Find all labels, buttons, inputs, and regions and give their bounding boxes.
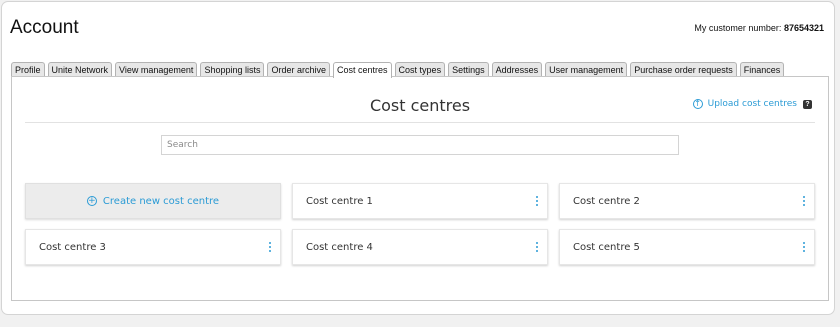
tab-settings[interactable]: Settings [448, 62, 489, 77]
upload-label: Upload cost centres [707, 99, 797, 109]
upload-cost-centres-link[interactable]: ↑ Upload cost centres ? [692, 99, 812, 109]
more-options-icon[interactable] [533, 239, 541, 255]
cost-centre-label: Cost centre 2 [573, 196, 640, 207]
tab-unite-network[interactable]: Unite Network [47, 62, 113, 77]
cost-centre-card[interactable]: Cost centre 1 [292, 183, 548, 219]
tab-finances[interactable]: Finances [739, 62, 785, 77]
cost-centre-label: Cost centre 3 [39, 242, 106, 253]
create-label: Create new cost centre [102, 195, 220, 207]
search-input[interactable] [161, 135, 679, 155]
tab-view-management[interactable]: View management [115, 62, 198, 77]
more-options-icon[interactable] [266, 239, 274, 255]
tab-profile[interactable]: Profile [11, 62, 45, 77]
tab-addresses[interactable]: Addresses [491, 62, 543, 77]
cost-centre-card[interactable]: Cost centre 2 [559, 183, 815, 219]
tab-cost-centres[interactable]: Cost centres [333, 62, 392, 78]
tab-shopping-lists[interactable]: Shopping lists [200, 62, 265, 77]
account-tabs: Profile Unite Network View management Shopp… [11, 62, 787, 78]
more-options-icon[interactable] [800, 239, 808, 255]
tab-user-management[interactable]: User management [545, 62, 628, 77]
create-cost-centre-button[interactable]: + Create new cost centre [25, 183, 281, 219]
cost-centres-panel: Cost centres ↑ Upload cost centres ? + C… [11, 76, 829, 301]
more-options-icon[interactable] [533, 193, 541, 209]
tab-cost-types[interactable]: Cost types [394, 62, 446, 77]
page-title: Account [10, 17, 79, 38]
help-icon[interactable]: ? [803, 99, 812, 109]
cost-centre-label: Cost centre 1 [306, 196, 373, 207]
account-window: Account My customer number: 87654321 Pro… [1, 1, 835, 315]
cost-centre-label: Cost centre 5 [573, 242, 640, 253]
cost-centre-card[interactable]: Cost centre 4 [292, 229, 548, 265]
tab-purchase-order-requests[interactable]: Purchase order requests [630, 62, 737, 77]
plus-circle-icon: + [86, 195, 97, 206]
customer-number-label: My customer number: [694, 23, 782, 33]
divider [25, 122, 815, 123]
cost-centre-card[interactable]: Cost centre 5 [559, 229, 815, 265]
cost-centre-card[interactable]: Cost centre 3 [25, 229, 281, 265]
customer-number-value: 87654321 [783, 23, 824, 33]
upload-icon: ↑ [692, 99, 703, 109]
tab-order-archive[interactable]: Order archive [267, 62, 331, 77]
cost-centre-label: Cost centre 4 [306, 242, 373, 253]
more-options-icon[interactable] [800, 193, 808, 209]
customer-number: My customer number: 87654321 [694, 23, 824, 33]
